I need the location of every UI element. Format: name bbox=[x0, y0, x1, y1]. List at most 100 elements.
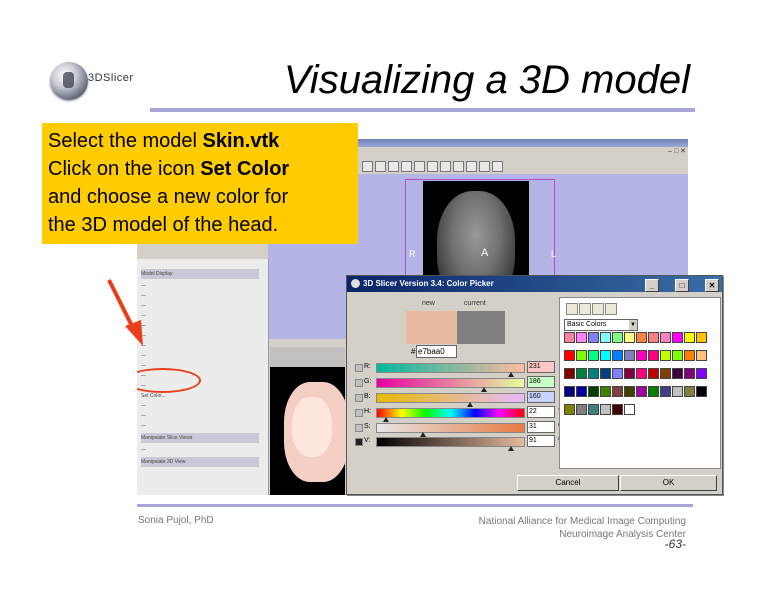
slider-handle[interactable] bbox=[507, 446, 514, 451]
color-swatch[interactable] bbox=[684, 332, 695, 343]
close-icon[interactable]: ✕ bbox=[705, 279, 719, 292]
channel-radio[interactable] bbox=[355, 364, 363, 372]
slicer-window-controls[interactable]: – □ ✕ bbox=[646, 147, 686, 156]
palette-eyedropper-icon[interactable] bbox=[605, 303, 617, 315]
color-swatch[interactable] bbox=[624, 404, 635, 415]
cancel-button[interactable]: Cancel bbox=[517, 475, 619, 491]
color-swatch[interactable] bbox=[588, 386, 599, 397]
layout-icon[interactable] bbox=[479, 161, 490, 172]
color-swatch[interactable] bbox=[600, 368, 611, 379]
channel-slider[interactable] bbox=[376, 408, 525, 422]
channel-radio[interactable] bbox=[355, 409, 363, 417]
color-swatch[interactable] bbox=[636, 350, 647, 361]
hex-color-input[interactable]: e7baa0 bbox=[416, 345, 457, 358]
color-swatch[interactable] bbox=[684, 350, 695, 361]
palette-swatches-icon[interactable] bbox=[566, 303, 578, 315]
color-swatch[interactable] bbox=[696, 368, 707, 379]
color-swatch[interactable] bbox=[624, 350, 635, 361]
layout-icon[interactable] bbox=[466, 161, 477, 172]
color-swatch[interactable] bbox=[564, 386, 575, 397]
color-swatch[interactable] bbox=[696, 332, 707, 343]
layout-icon[interactable] bbox=[492, 161, 503, 172]
color-swatch[interactable] bbox=[684, 386, 695, 397]
dialog-titlebar[interactable]: 3D Slicer Version 3.4: Color Picker _ □ ✕ bbox=[347, 276, 722, 292]
color-swatch[interactable] bbox=[648, 350, 659, 361]
color-swatch[interactable] bbox=[612, 404, 623, 415]
color-swatch[interactable] bbox=[696, 386, 707, 397]
slice-view-controls[interactable] bbox=[270, 347, 345, 367]
color-swatch[interactable] bbox=[660, 368, 671, 379]
maximize-icon[interactable]: □ bbox=[675, 279, 689, 292]
color-swatch[interactable] bbox=[600, 386, 611, 397]
slice-view[interactable] bbox=[270, 347, 349, 495]
color-swatch[interactable] bbox=[612, 332, 623, 343]
color-swatch[interactable] bbox=[672, 386, 683, 397]
color-swatch[interactable] bbox=[684, 368, 695, 379]
color-swatch[interactable] bbox=[636, 386, 647, 397]
color-swatch[interactable] bbox=[648, 332, 659, 343]
color-swatch[interactable] bbox=[624, 332, 635, 343]
color-swatch[interactable] bbox=[564, 404, 575, 415]
channel-slider[interactable] bbox=[376, 378, 525, 392]
manipulate-3d-view-section[interactable]: Manipulate 3D View bbox=[141, 457, 259, 467]
color-swatch[interactable] bbox=[564, 350, 575, 361]
color-swatch[interactable] bbox=[624, 386, 635, 397]
color-swatch[interactable] bbox=[672, 368, 683, 379]
layout-icon[interactable] bbox=[440, 161, 451, 172]
channel-radio[interactable] bbox=[355, 424, 363, 432]
color-swatch[interactable] bbox=[576, 332, 587, 343]
palette-select[interactable]: Basic Colors ▼ bbox=[564, 319, 638, 331]
color-swatch[interactable] bbox=[612, 350, 623, 361]
channel-value-input[interactable]: 186 bbox=[527, 376, 555, 388]
model-display-section[interactable]: Model Display bbox=[141, 269, 259, 279]
color-swatch[interactable] bbox=[612, 386, 623, 397]
color-swatch[interactable] bbox=[648, 386, 659, 397]
color-swatch[interactable] bbox=[624, 368, 635, 379]
color-swatch[interactable] bbox=[588, 350, 599, 361]
channel-slider[interactable] bbox=[376, 393, 525, 407]
color-swatch[interactable] bbox=[660, 350, 671, 361]
color-swatch[interactable] bbox=[672, 332, 683, 343]
color-swatch[interactable] bbox=[696, 350, 707, 361]
color-swatch[interactable] bbox=[600, 404, 611, 415]
channel-slider[interactable] bbox=[376, 423, 525, 437]
color-swatch[interactable] bbox=[660, 386, 671, 397]
channel-value-input[interactable]: 160 bbox=[527, 391, 555, 403]
channel-value-input[interactable]: 91 bbox=[527, 435, 555, 447]
color-swatch[interactable] bbox=[648, 368, 659, 379]
channel-value-input[interactable]: 31 bbox=[527, 421, 555, 433]
color-swatch[interactable] bbox=[588, 404, 599, 415]
color-swatch[interactable] bbox=[576, 368, 587, 379]
ok-button[interactable]: OK bbox=[620, 475, 717, 491]
layout-icon[interactable] bbox=[414, 161, 425, 172]
color-swatch[interactable] bbox=[576, 350, 587, 361]
channel-radio[interactable] bbox=[355, 379, 363, 387]
channel-radio[interactable] bbox=[355, 394, 363, 402]
color-swatch[interactable] bbox=[660, 332, 671, 343]
layout-icon[interactable] bbox=[427, 161, 438, 172]
color-swatch[interactable] bbox=[636, 368, 647, 379]
color-swatch[interactable] bbox=[588, 332, 599, 343]
color-swatch[interactable] bbox=[564, 368, 575, 379]
layout-icon[interactable] bbox=[375, 161, 386, 172]
channel-value-input[interactable]: 231 bbox=[527, 361, 555, 373]
layout-icon[interactable] bbox=[388, 161, 399, 172]
channel-slider[interactable] bbox=[376, 363, 525, 377]
color-swatch[interactable] bbox=[636, 332, 647, 343]
palette-favorite-icon[interactable] bbox=[592, 303, 604, 315]
manipulate-slice-views-section[interactable]: Manipulate Slice Views bbox=[141, 433, 259, 443]
minimize-icon[interactable]: _ bbox=[645, 279, 659, 292]
color-swatch[interactable] bbox=[600, 350, 611, 361]
layout-icon[interactable] bbox=[362, 161, 373, 172]
layout-icon[interactable] bbox=[401, 161, 412, 172]
channel-value-input[interactable]: 22 bbox=[527, 406, 555, 418]
palette-list-icon[interactable] bbox=[579, 303, 591, 315]
color-swatch[interactable] bbox=[612, 368, 623, 379]
layout-icon[interactable] bbox=[453, 161, 464, 172]
color-swatch[interactable] bbox=[576, 386, 587, 397]
color-swatch[interactable] bbox=[588, 368, 599, 379]
color-swatch[interactable] bbox=[672, 350, 683, 361]
channel-radio[interactable] bbox=[355, 438, 363, 446]
channel-slider[interactable] bbox=[376, 437, 525, 451]
color-swatch[interactable] bbox=[576, 404, 587, 415]
